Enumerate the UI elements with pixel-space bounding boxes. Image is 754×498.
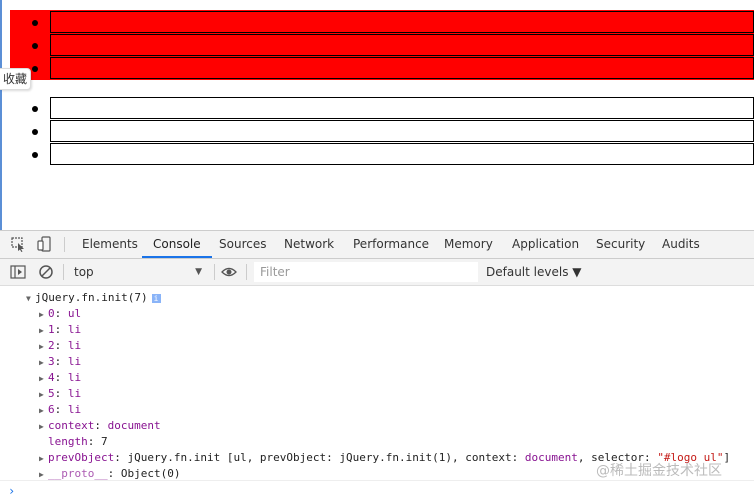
bullet (32, 106, 38, 112)
item-value: li (67, 371, 82, 384)
collapsed-triangle-icon[interactable]: ▶ (39, 355, 48, 371)
collapsed-triangle-icon[interactable]: ▶ (39, 339, 48, 355)
item-key: 6 (48, 403, 55, 416)
item-value: ul (67, 307, 82, 320)
tab-console[interactable]: Console (142, 231, 212, 258)
prompt-divider (0, 480, 754, 481)
item-key: 2 (48, 339, 55, 352)
item-value: li (67, 355, 82, 368)
collapsed-triangle-icon[interactable]: ▶ (39, 371, 48, 387)
info-icon[interactable]: i (151, 293, 161, 303)
device-toolbar-icon[interactable] (37, 236, 53, 252)
devtools-panel: Elements Console Sources Network Perform… (0, 230, 754, 498)
toolbar-separator (246, 264, 247, 280)
white-list-item-1 (50, 97, 754, 119)
collapsed-triangle-icon[interactable]: ▶ (39, 419, 48, 435)
context-select[interactable]: top ▼ (68, 262, 208, 282)
console-length: length: 7 (48, 435, 108, 448)
context-value: document (107, 419, 161, 432)
prevobject-value: jQuery.fn.init [ul, prevObject: jQuery.f… (127, 451, 525, 464)
bullet (32, 20, 38, 26)
devtools-tabbar: Elements Console Sources Network Perform… (0, 231, 754, 259)
clear-console-icon[interactable] (38, 264, 54, 280)
filter-input[interactable] (254, 262, 478, 282)
tab-performance[interactable]: Performance (353, 231, 429, 258)
watermark: @稀土掘金技术社区 (596, 463, 722, 479)
length-key: length (48, 435, 88, 448)
tab-audits[interactable]: Audits (662, 231, 700, 258)
tab-network[interactable]: Network (284, 231, 334, 258)
prevobject-key: prevObject (48, 451, 115, 464)
default-levels-dropdown[interactable]: Default levels ▼ (486, 262, 582, 282)
root-label: jQuery.fn.init(7) (35, 291, 148, 304)
item-value: li (67, 339, 82, 352)
item-key: 1 (48, 323, 55, 336)
context-value: top (74, 265, 94, 279)
tab-security[interactable]: Security (596, 231, 645, 258)
red-list-item-3 (50, 57, 754, 79)
collapsed-triangle-icon[interactable]: ▶ (39, 451, 48, 467)
console-prompt[interactable]: › (8, 484, 15, 498)
red-list-item-1 (50, 11, 754, 33)
favorite-tab[interactable]: 收藏 (0, 68, 32, 90)
item-value: li (67, 323, 82, 336)
bullet (32, 66, 38, 72)
item-value: li (67, 403, 82, 416)
bullet (32, 43, 38, 49)
console-toolbar: top ▼ Default levels ▼ (0, 259, 754, 286)
console-item-3[interactable]: ▶ 3: li (39, 354, 81, 370)
console-item-2[interactable]: ▶ 2: li (39, 338, 81, 354)
console-item-0[interactable]: ▶ 0: ul (39, 306, 81, 322)
eye-icon[interactable] (221, 264, 237, 280)
item-value: li (67, 387, 82, 400)
prevobject-end: ] (723, 451, 731, 464)
item-key: 4 (48, 371, 55, 384)
tab-application[interactable]: Application (512, 231, 579, 258)
sidebar-toggle-icon[interactable] (10, 264, 26, 280)
rendered-page: 收藏 (0, 0, 754, 230)
collapsed-triangle-icon[interactable]: ▶ (39, 387, 48, 403)
proto-key: __proto__ (48, 467, 108, 480)
console-root-entry[interactable]: ▼ jQuery.fn.init(7) i (26, 290, 161, 306)
toolbar-separator (214, 264, 215, 280)
console-item-6[interactable]: ▶ 6: li (39, 402, 81, 418)
bullet (32, 129, 38, 135)
proto-value: Object(0) (120, 467, 181, 480)
item-key: 5 (48, 387, 55, 400)
chevron-down-icon: ▼ (195, 267, 202, 277)
length-value: 7 (101, 435, 108, 448)
inspect-element-icon[interactable] (10, 236, 26, 252)
console-item-4[interactable]: ▶ 4: li (39, 370, 81, 386)
white-list-item-3 (50, 143, 754, 165)
collapsed-triangle-icon[interactable]: ▶ (39, 307, 48, 323)
toolbar-separator (64, 237, 65, 252)
tab-sources[interactable]: Sources (219, 231, 266, 258)
console-item-1[interactable]: ▶ 1: li (39, 322, 81, 338)
console-item-5[interactable]: ▶ 5: li (39, 386, 81, 402)
expanded-triangle-icon[interactable]: ▼ (26, 291, 35, 307)
prevobject-document: document (524, 451, 578, 464)
console-context[interactable]: ▶ context: document (39, 418, 161, 434)
red-list-item-2 (50, 34, 754, 56)
item-key: 0 (48, 307, 55, 320)
toolbar-separator (63, 264, 64, 280)
white-list-item-2 (50, 120, 754, 142)
item-key: 3 (48, 355, 55, 368)
bullet (32, 152, 38, 158)
tab-memory[interactable]: Memory (444, 231, 493, 258)
collapsed-triangle-icon[interactable]: ▶ (39, 323, 48, 339)
collapsed-triangle-icon[interactable]: ▶ (39, 403, 48, 419)
page-left-border (0, 0, 2, 230)
context-key: context (48, 419, 95, 432)
tab-elements[interactable]: Elements (82, 231, 138, 258)
